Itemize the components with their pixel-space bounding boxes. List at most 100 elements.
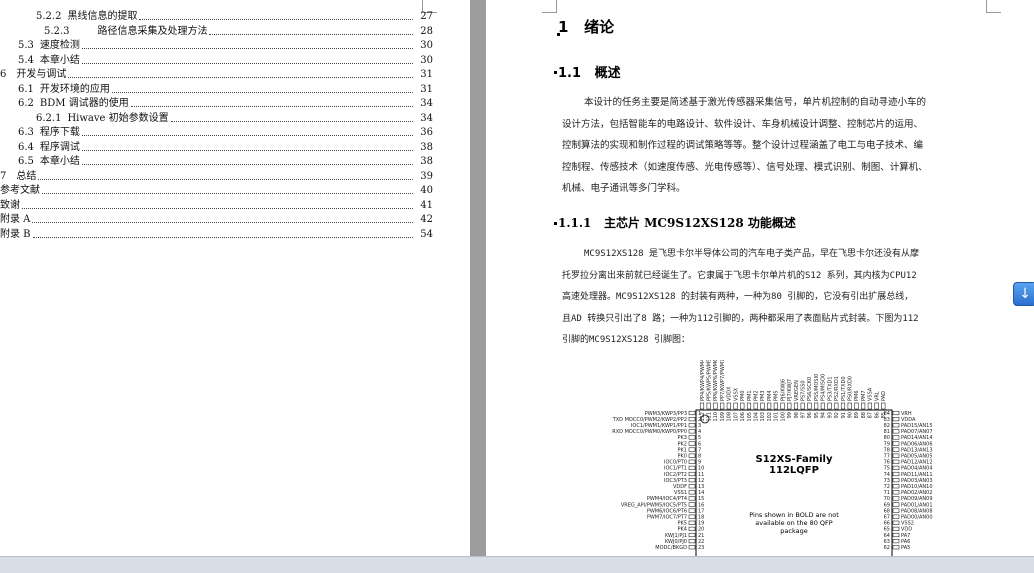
pin-label: PK1 (678, 447, 687, 453)
toc-entry[interactable]: 6 开发与调试 31 (0, 68, 433, 82)
toc-entry[interactable]: 6.3 程序下载 36 (18, 126, 433, 140)
toc-leader-dots (111, 91, 413, 93)
pin-label: PP4/KWP4/PWM4 (700, 360, 706, 401)
section-heading: 1.1 概述 (558, 62, 621, 81)
toc-entry[interactable]: 7 总结 39 (0, 170, 433, 184)
toc-entry-page: 36 (420, 127, 433, 138)
pin-label: RXD MOCC0/PWM0/KWP0/PP0 (612, 429, 687, 435)
pin-pad (688, 508, 696, 513)
pin-label: VRL (874, 391, 880, 401)
pin-number: 14 (698, 490, 704, 496)
toc-entry[interactable]: 参考文献 40 (0, 184, 433, 198)
pin-pad (688, 496, 696, 501)
toc-entry-title: Hiwave 初始参数设置 (67, 112, 169, 124)
pin-pad (892, 490, 900, 495)
status-bar (0, 556, 1034, 573)
pin-number: 93 (827, 412, 833, 418)
toc-entry[interactable]: 附录 B 54 (0, 228, 433, 242)
pin-number: 73 (884, 478, 890, 484)
toc-leader-dots (22, 207, 413, 209)
pin-label: IOC0/PT0 (664, 460, 687, 466)
paragraph-line: 控制程、传感技术（如速度传感、光电传感等）、信号处理、模式识别、制图、计算机、 (562, 161, 928, 173)
chip-note: available on the 80 QFP (755, 519, 832, 527)
pin-number: 10 (698, 466, 704, 472)
pin-pad (834, 402, 839, 410)
pin-pad (793, 402, 799, 410)
toc-entry[interactable]: 6.4 程序调试 38 (18, 141, 433, 155)
pin-pad (688, 490, 696, 495)
toc-entry-page: 54 (420, 228, 433, 240)
section-title: 概述 (594, 66, 621, 81)
heading-bullet (554, 71, 557, 74)
pin-label: VSSX (733, 387, 739, 401)
pin-number: 18 (698, 515, 704, 521)
pin-label: PA5 (901, 545, 910, 551)
pin-pad (688, 502, 696, 507)
pin-pad (892, 545, 900, 550)
pin-label: VSS1 (674, 490, 687, 496)
paragraph-line: 引脚的MC9S12XS128 引脚图： (562, 335, 691, 345)
pin-label: PP5/KWP5/PWM5 (707, 360, 713, 401)
section-number: 1.1 (558, 66, 582, 81)
toc-entry-page: 39 (420, 170, 433, 182)
pin-label: PAD06/AN06 (901, 441, 933, 447)
pin-number: 12 (698, 478, 704, 484)
pin-number: 111 (707, 412, 713, 422)
pin-number: 95 (814, 412, 820, 418)
pin-pad (800, 402, 805, 410)
pin-pad (688, 459, 696, 464)
pin-number: 22 (698, 539, 704, 545)
toc-entry[interactable]: 附录 A 42 (0, 213, 433, 227)
toc-entry[interactable]: 6.1 开发环境的应用 31 (18, 83, 433, 97)
pin-label: PP7/KWP7/PWM7 (720, 360, 726, 401)
pin-pad (892, 447, 900, 452)
toc-entry[interactable]: 6.5 本章小结 38 (18, 155, 433, 169)
pin-number: 104 (754, 412, 760, 422)
pin-label: PM4 (767, 390, 773, 401)
pin-pad (892, 417, 900, 422)
pin-label: PS6/SCK0 (807, 377, 813, 401)
toc-entry[interactable]: 6.2 BDM 调试器的使用 34 (18, 97, 433, 111)
pin-number: 6 (698, 441, 701, 447)
toc-entry[interactable]: 5.2.2 黑线信息的提取 27 (36, 10, 433, 24)
pin-label: PAD (881, 391, 887, 401)
pin-number: 20 (698, 527, 704, 533)
pin-label: VSS2 (901, 521, 914, 527)
pin-pad (688, 520, 696, 525)
toc-entry[interactable]: 6.2.1 Hiwave 初始参数设置 34 (36, 112, 433, 126)
pin-label: PA7 (901, 533, 910, 539)
pin-number: 9 (698, 460, 701, 466)
chapter-title: 绪论 (584, 18, 615, 36)
pin-pad (688, 410, 696, 416)
pin-label: PWM6/IOC6/PT6 (647, 508, 687, 514)
toc-entry[interactable]: 5.3 速度检测 30 (18, 39, 433, 53)
toc-entry-title: 开发环境的应用 (39, 83, 110, 95)
toc-entry[interactable]: 致谢 41 (0, 199, 433, 213)
toc-entry-title: BDM 调试器的使用 (39, 98, 129, 109)
pin-pad (733, 402, 738, 410)
pin-label: MODC/BKGD (655, 545, 687, 551)
toc-entry-number: 5.2.3 (44, 25, 70, 37)
subsection-heading: 1.1.1 主芯片 MC9S12XS128 功能概述 (558, 214, 796, 231)
pin-number: 108 (727, 412, 733, 422)
toc-entry-page: 41 (420, 199, 433, 211)
paragraph-line: 本设计的任务主要是简述基于激光传感器采集信号，单片机控制的自动寻迹小车的 (584, 97, 927, 108)
pin-label: PK0 (678, 454, 687, 460)
pin-label: PAD11/AN11 (901, 472, 933, 478)
pin-label: PJ6/KWJ6 (780, 379, 786, 401)
toc-entry-number: 6.2.1 (36, 112, 62, 124)
pin-number: 88 (861, 412, 867, 418)
pin-label: PAD13/AN13 (901, 447, 933, 453)
scroll-down-button[interactable]: ↓ (1013, 282, 1034, 306)
pin-number: 75 (884, 466, 890, 472)
pin-number: 107 (733, 412, 739, 422)
pin-pad (688, 539, 696, 544)
pin-label: VDDX (727, 386, 733, 401)
paragraph-line: MC9S12XS128 是飞思卡尔半导体公司的汽车电子类产品，早在飞思卡尔还没有… (584, 249, 920, 259)
pin-number: 4 (698, 429, 701, 435)
crop-mark-right-top-right (986, 0, 1001, 13)
toc-entry[interactable]: 5.2.3 路径信息采集及处理方法 28 (44, 25, 433, 39)
toc-entry[interactable]: 5.4 本章小结 30 (18, 54, 433, 68)
pin-label: IOC1/PWM1/KWP1/PP1 (631, 423, 687, 429)
heading-bullet (554, 222, 557, 225)
